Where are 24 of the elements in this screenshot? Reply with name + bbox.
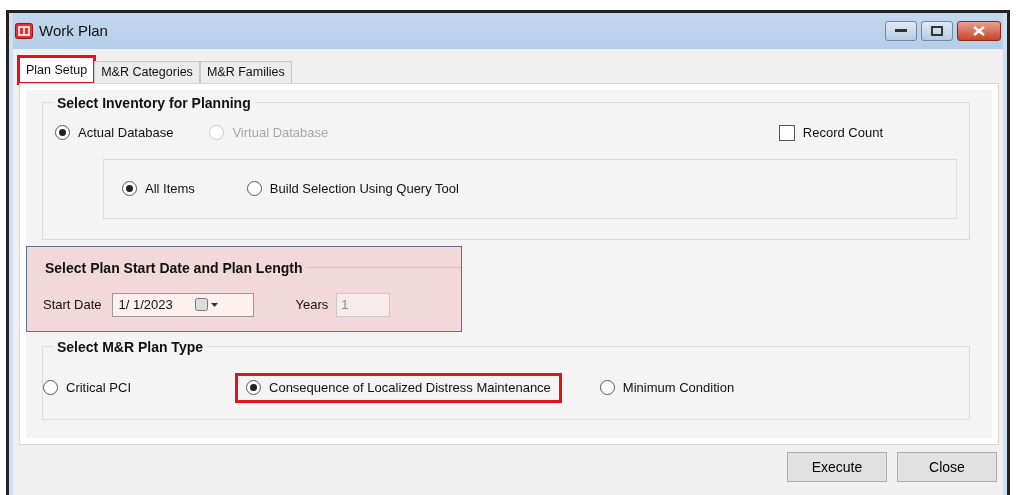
- record-count-checkbox[interactable]: Record Count: [778, 123, 883, 143]
- window-title: Work Plan: [39, 20, 108, 41]
- tab[interactable]: M&R Families: [199, 61, 292, 83]
- field-label: Start Date: [43, 295, 102, 314]
- plan-type-radio[interactable]: Minimum Condition: [599, 378, 735, 398]
- maximize-icon: [931, 26, 943, 36]
- calendar-dropdown-icon[interactable]: [194, 297, 219, 312]
- source-radio[interactable]: Actual Database: [55, 123, 174, 143]
- plan-type-radio[interactable]: Consequence of Localized Distress Maintenance: [235, 373, 562, 403]
- dialog-button[interactable]: Close: [897, 452, 997, 482]
- dialog-button[interactable]: Execute: [787, 452, 887, 482]
- selection-radio[interactable]: Build Selection Using Query Tool: [246, 178, 459, 199]
- app-icon: [15, 23, 33, 39]
- date-picker[interactable]: 1/ 1/2023: [111, 292, 254, 317]
- tab[interactable]: Plan Setup: [19, 57, 95, 83]
- field-label: Years: [295, 295, 329, 314]
- plan-type-radio[interactable]: Critical PCI: [43, 378, 131, 398]
- tab[interactable]: M&R Categories: [94, 61, 200, 83]
- maximize-button[interactable]: [921, 21, 953, 41]
- minimize-icon: [895, 29, 907, 33]
- minimize-button[interactable]: [885, 21, 917, 41]
- selection-radio[interactable]: All Items: [122, 178, 195, 199]
- close-window-button[interactable]: [957, 21, 1001, 41]
- close-icon: [973, 26, 985, 36]
